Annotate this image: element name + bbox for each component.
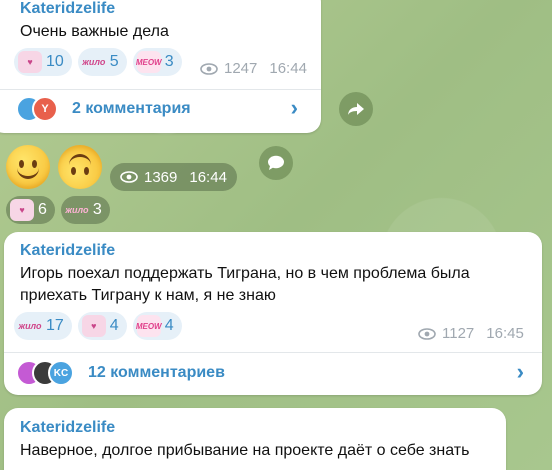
zhilo-sticker-icon: жило: [65, 205, 89, 215]
views-icon: [120, 171, 138, 183]
reaction-count: 10: [46, 53, 64, 70]
message-bubble-4[interactable]: Kateridzelife Наверное, долгое прибывани…: [4, 408, 506, 470]
comment-bubble-icon: [268, 155, 284, 170]
comments-link[interactable]: KC 12 комментариев ›: [16, 359, 534, 387]
message-time: 16:44: [269, 60, 307, 77]
reaction-axolotl[interactable]: ♥ 10: [14, 48, 72, 76]
upside-down-face-icon: [58, 145, 102, 189]
comments-label: 12 комментариев: [88, 364, 225, 381]
message-time: 16:45: [486, 325, 524, 342]
avatar: Y: [32, 96, 58, 122]
reaction-count: 3: [92, 201, 102, 218]
reaction-axolotl[interactable]: ♥ 4: [77, 312, 127, 340]
comments-link[interactable]: Y 2 комментария ›: [16, 95, 316, 123]
comment-button[interactable]: [259, 146, 293, 180]
zhilo-sticker-icon: жило: [18, 321, 42, 331]
reaction-count: 3: [164, 53, 174, 70]
message-time: 16:44: [189, 168, 227, 186]
comments-label: 2 комментария: [72, 100, 191, 117]
reaction-count: 5: [109, 53, 119, 70]
emoji-message[interactable]: [6, 145, 106, 191]
views-time-pill: 1369 16:44: [110, 163, 237, 191]
axolotl-sticker-icon: ♥: [10, 199, 34, 221]
message-author[interactable]: Kateridzelife: [20, 0, 115, 18]
share-button[interactable]: [339, 92, 373, 126]
reactions-bar: ♥ 6 жило 3: [6, 196, 110, 224]
reaction-count: 4: [109, 317, 119, 334]
chevron-right-icon: ›: [290, 95, 298, 120]
reaction-meow[interactable]: MEOW 4: [132, 312, 182, 340]
reaction-axolotl[interactable]: ♥ 6: [6, 196, 55, 224]
views-count: 1127: [442, 325, 475, 342]
message-author[interactable]: Kateridzelife: [20, 419, 115, 437]
reaction-count: 17: [46, 317, 64, 334]
views-icon: [418, 327, 436, 340]
reactions-bar: жило 17 ♥ 4 MEOW 4: [14, 312, 182, 340]
chevron-right-icon: ›: [516, 359, 524, 384]
message-meta: 1127 16:45: [418, 325, 524, 342]
reactions-bar: ♥ 10 жило 5 MEOW 3: [14, 48, 182, 76]
message-bubble-3[interactable]: Kateridzelife Игорь поехал поддержать Ти…: [4, 232, 542, 395]
views-count: 1369: [144, 168, 178, 186]
reaction-zhilo[interactable]: жило 5: [77, 48, 127, 76]
divider: [0, 89, 321, 90]
reaction-zhilo[interactable]: жило 17: [14, 312, 72, 340]
reaction-meow[interactable]: MEOW 3: [132, 48, 182, 76]
message-bubble-1[interactable]: Kateridzelife Очень важные дела ♥ 10 жил…: [0, 0, 321, 133]
reaction-count: 4: [164, 317, 174, 334]
reaction-count: 6: [38, 201, 47, 218]
divider: [4, 352, 542, 353]
message-text: Наверное, долгое прибывание на проекте д…: [20, 442, 470, 459]
reaction-zhilo[interactable]: жило 3: [60, 196, 110, 224]
avatar: KC: [48, 360, 74, 386]
views-count: 1247: [224, 60, 258, 77]
message-author[interactable]: Kateridzelife: [20, 242, 115, 260]
meow-sticker-icon: MEOW: [136, 315, 162, 337]
message-text: Очень важные дела: [20, 23, 169, 40]
axolotl-sticker-icon: ♥: [81, 315, 106, 337]
smiling-face-icon: [6, 145, 50, 189]
axolotl-sticker-icon: ♥: [18, 51, 42, 73]
message-meta: 1247 16:44: [200, 60, 307, 77]
views-icon: [200, 62, 218, 75]
meow-sticker-icon: MEOW: [136, 51, 162, 73]
message-text: Игорь поехал поддержать Тиграна, но в че…: [20, 265, 470, 304]
share-arrow-icon: [348, 103, 364, 115]
zhilo-sticker-icon: жило: [82, 57, 106, 67]
